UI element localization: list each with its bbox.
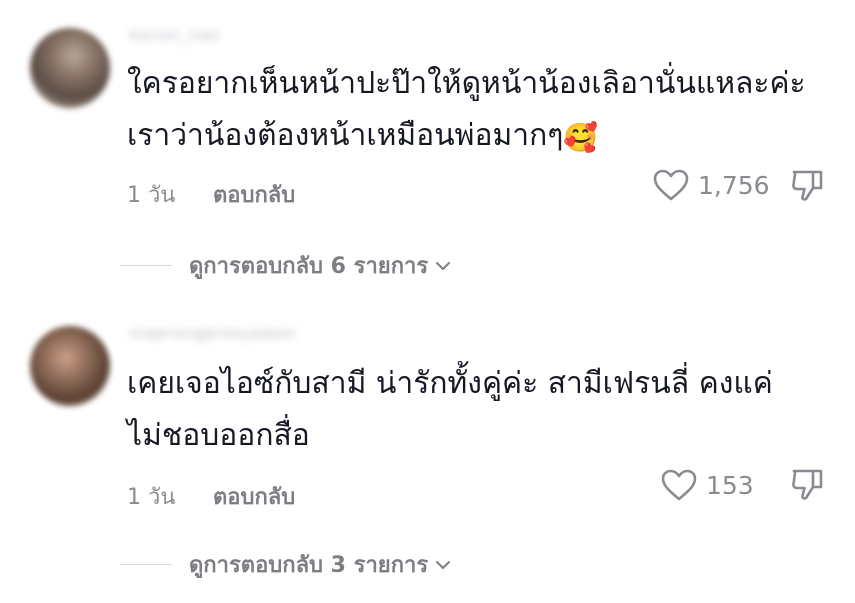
divider-line <box>120 564 172 565</box>
comment-text-line: เคยเจอไอซ์กับสามี น่ารักทั้งคู่ค่ะ สามีเ… <box>127 366 773 401</box>
reply-button[interactable]: ตอบกลับ <box>213 177 295 212</box>
comment-text-line2: เราว่าน้องต้องหน้าเหมือนพ่อมากๆ <box>127 118 564 153</box>
comment-text-line: เราว่าน้องต้องหน้าเหมือนพ่อมากๆ🥰 <box>127 110 835 164</box>
view-replies-label: ดูการตอบกลับ 3 รายการ <box>189 553 429 578</box>
like-button[interactable]: 153 <box>660 468 754 502</box>
like-count: 153 <box>706 470 754 500</box>
comment-timestamp: 1 วัน <box>127 485 176 510</box>
chevron-down-icon <box>436 261 451 270</box>
thumbs-down-outline-icon <box>792 469 823 500</box>
dislike-button[interactable] <box>789 166 827 208</box>
comment-text-line: ไม่ชอบออกสื่อ <box>127 418 310 453</box>
like-button[interactable]: 1,756 <box>652 168 770 202</box>
reply-button[interactable]: ตอบกลับ <box>213 479 295 514</box>
thumbs-down-outline-icon <box>792 170 823 201</box>
view-replies-label: ดูการตอบกลับ 6 รายการ <box>189 254 429 279</box>
dislike-button[interactable] <box>789 465 827 507</box>
view-replies-button[interactable]: ดูการตอบกลับ 3 รายการ <box>120 547 452 582</box>
heart-outline-icon <box>653 169 689 201</box>
divider-line <box>120 265 172 266</box>
comment-timestamp: 1 วัน <box>127 183 176 208</box>
like-count: 1,756 <box>698 170 770 200</box>
username[interactable]: maprangpreeyawan <box>130 324 297 342</box>
username[interactable]: kanan_nae <box>130 26 220 44</box>
chevron-down-icon <box>436 560 451 569</box>
smiling-face-with-hearts-emoji: 🥰 <box>563 121 599 154</box>
avatar[interactable] <box>30 28 110 108</box>
view-replies-button[interactable]: ดูการตอบกลับ 6 รายการ <box>120 248 452 283</box>
heart-outline-icon <box>661 469 697 501</box>
comment-text: เคยเจอไอซ์กับสามี น่ารักทั้งคู่ค่ะ สามีเ… <box>127 358 835 462</box>
comment-text-line: ใครอยากเห็นหน้าปะป๊าให้ดูหน้าน้องเลิอานั… <box>127 66 806 101</box>
comment-text: ใครอยากเห็นหน้าปะป๊าให้ดูหน้าน้องเลิอานั… <box>127 58 835 164</box>
avatar[interactable] <box>30 326 110 406</box>
